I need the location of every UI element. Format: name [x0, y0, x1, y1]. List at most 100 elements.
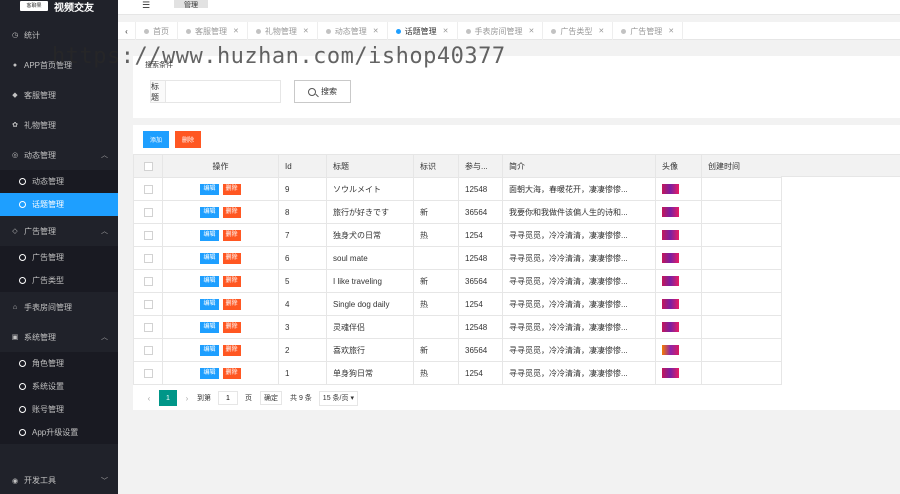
col-header-intro[interactable]: 简介 — [502, 154, 656, 178]
delete-button[interactable]: 删除 — [222, 299, 241, 310]
col-header-tag[interactable]: 标识 — [413, 154, 459, 178]
row-checkbox[interactable] — [133, 223, 163, 247]
add-button[interactable]: 添加 — [143, 131, 169, 148]
avatar-thumbnail[interactable] — [662, 345, 679, 355]
avatar-thumbnail[interactable] — [662, 276, 679, 286]
sidebar-item-rooms[interactable]: ⌂ 手表房间管理 — [0, 292, 118, 322]
avatar-thumbnail[interactable] — [662, 207, 679, 217]
sidebar-item-stats[interactable]: ◷ 统计 — [0, 20, 118, 50]
sidebar-subitem-ads[interactable]: 广告管理 — [0, 246, 118, 269]
chevron-up-icon: ︿ — [101, 228, 108, 235]
close-icon[interactable]: ✕ — [443, 27, 449, 35]
edit-button[interactable]: 编辑 — [200, 207, 219, 218]
close-icon[interactable]: ✕ — [233, 27, 239, 35]
edit-button[interactable]: 编辑 — [200, 184, 219, 195]
page-input[interactable] — [218, 391, 238, 405]
current-page[interactable]: 1 — [159, 390, 177, 406]
page-confirm-button[interactable]: 确定 — [260, 391, 282, 405]
search-button[interactable]: 搜索 — [294, 80, 351, 103]
tab-service[interactable]: 客服管理 ✕ — [178, 22, 248, 40]
avatar-thumbnail[interactable] — [662, 230, 679, 240]
edit-button[interactable]: 编辑 — [200, 345, 219, 356]
delete-button[interactable]: 删除 — [222, 276, 241, 287]
next-page-icon[interactable]: › — [181, 394, 193, 403]
select-all-checkbox[interactable] — [133, 154, 163, 178]
sidebar-item-devtools[interactable]: ◉ 开发工具 ﹀ — [0, 467, 118, 494]
row-checkbox[interactable] — [133, 315, 163, 339]
row-checkbox[interactable] — [133, 246, 163, 270]
sidebar-subitem-settings[interactable]: 系统设置 — [0, 375, 118, 398]
delete-button[interactable]: 删除 — [222, 368, 241, 379]
sidebar-item-system[interactable]: ▣ 系统管理 ︿ — [0, 322, 118, 352]
edit-button[interactable]: 编辑 — [200, 276, 219, 287]
sidebar-subitem-ad-types[interactable]: 广告类型 — [0, 269, 118, 292]
tab-dynamic[interactable]: 动态管理 ✕ — [318, 22, 388, 40]
col-header-count[interactable]: 参与... — [458, 154, 503, 178]
row-checkbox[interactable] — [133, 177, 163, 201]
col-header-title[interactable]: 标题 — [326, 154, 414, 178]
row-checkbox[interactable] — [133, 269, 163, 293]
circle-icon — [19, 406, 26, 413]
checkbox-icon — [143, 345, 153, 355]
sidebar-item-dynamic[interactable]: ◎ 动态管理 ︿ — [0, 140, 118, 170]
delete-button[interactable]: 删除 — [222, 345, 241, 356]
row-checkbox[interactable] — [133, 361, 163, 385]
edit-button[interactable]: 编辑 — [200, 230, 219, 241]
delete-button[interactable]: 删除 — [222, 207, 241, 218]
edit-button[interactable]: 编辑 — [200, 299, 219, 310]
sidebar-item-app-home[interactable]: ● APP首页管理 — [0, 50, 118, 80]
menu-icon[interactable]: ☰ — [142, 0, 150, 11]
cell-created — [701, 200, 782, 224]
top-tab[interactable]: 管理 — [174, 0, 208, 9]
avatar-thumbnail[interactable] — [662, 368, 679, 378]
row-actions: 编辑 删除 — [162, 292, 279, 316]
title-search-input[interactable] — [166, 81, 280, 102]
close-icon[interactable]: ✕ — [598, 27, 604, 35]
sidebar-item-gifts[interactable]: ✿ 礼物管理 — [0, 110, 118, 140]
sidebar-subitem-accounts[interactable]: 账号管理 — [0, 398, 118, 421]
col-header-created[interactable]: 创建时间 — [701, 154, 782, 178]
row-checkbox[interactable] — [133, 200, 163, 224]
row-checkbox[interactable] — [133, 292, 163, 316]
delete-button[interactable]: 删除 — [222, 253, 241, 264]
avatar-thumbnail[interactable] — [662, 253, 679, 263]
tab-ads[interactable]: 广告管理 ✕ — [613, 22, 684, 40]
sidebar-item-service[interactable]: ◆ 客服管理 — [0, 80, 118, 110]
sidebar-subitem-label: 系统设置 — [32, 382, 64, 391]
tab-topics[interactable]: 话题管理 ✕ — [388, 22, 458, 40]
tab-label: 广告管理 — [630, 26, 663, 36]
sidebar-subitem-app-upgrade[interactable]: App升级设置 — [0, 421, 118, 444]
close-icon[interactable]: ✕ — [303, 27, 309, 35]
col-header-id[interactable]: Id — [278, 154, 327, 178]
edit-button[interactable]: 编辑 — [200, 253, 219, 264]
tab-ad-types[interactable]: 广告类型 ✕ — [543, 22, 614, 40]
chevron-left-icon[interactable]: ‹ — [118, 22, 136, 40]
sidebar-subitem-topics[interactable]: 话题管理 — [0, 193, 118, 216]
user-icon: ● — [12, 61, 18, 69]
tab-label: 广告类型 — [560, 26, 593, 36]
delete-button[interactable]: 删除 — [222, 322, 241, 333]
tab-rooms[interactable]: 手表房间管理 ✕ — [458, 22, 544, 40]
col-header-avatar[interactable]: 头像 — [655, 154, 702, 178]
sidebar-subitem-dynamic[interactable]: 动态管理 — [0, 170, 118, 193]
close-icon[interactable]: ✕ — [668, 27, 674, 35]
tab-home[interactable]: 首页 — [136, 22, 178, 40]
close-icon[interactable]: ✕ — [373, 27, 379, 35]
close-icon[interactable]: ✕ — [529, 27, 535, 35]
tab-gifts[interactable]: 礼物管理 ✕ — [248, 22, 318, 40]
checkbox-icon — [143, 184, 153, 194]
avatar-thumbnail[interactable] — [662, 299, 679, 309]
batch-delete-button[interactable]: 删除 — [175, 131, 201, 148]
sidebar-subitem-roles[interactable]: 角色管理 — [0, 352, 118, 375]
edit-button[interactable]: 编辑 — [200, 368, 219, 379]
prev-page-icon[interactable]: ‹ — [143, 394, 155, 403]
page-size-select[interactable]: 15 条/页 ▾ — [318, 390, 358, 406]
sidebar-item-ads[interactable]: ◇ 广告管理 ︿ — [0, 216, 118, 246]
avatar-thumbnail[interactable] — [662, 184, 679, 194]
row-checkbox[interactable] — [133, 338, 163, 362]
tab-label: 动态管理 — [334, 26, 367, 36]
avatar-thumbnail[interactable] — [662, 322, 679, 332]
delete-button[interactable]: 删除 — [222, 230, 241, 241]
edit-button[interactable]: 编辑 — [200, 322, 219, 333]
delete-button[interactable]: 删除 — [222, 184, 241, 195]
